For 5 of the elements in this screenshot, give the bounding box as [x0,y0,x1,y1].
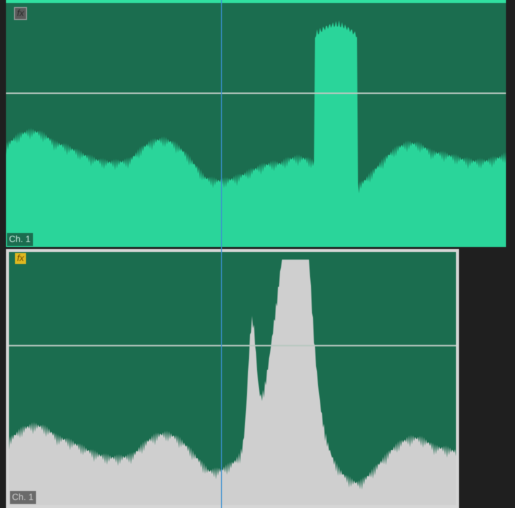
channel-label: Ch. 1 [10,491,36,504]
channel-label: Ch. 1 [7,233,33,246]
fx-badge[interactable]: fx [15,253,26,264]
audio-clip[interactable]: fx Ch. 1 [6,249,459,508]
playhead-line[interactable] [221,0,222,508]
